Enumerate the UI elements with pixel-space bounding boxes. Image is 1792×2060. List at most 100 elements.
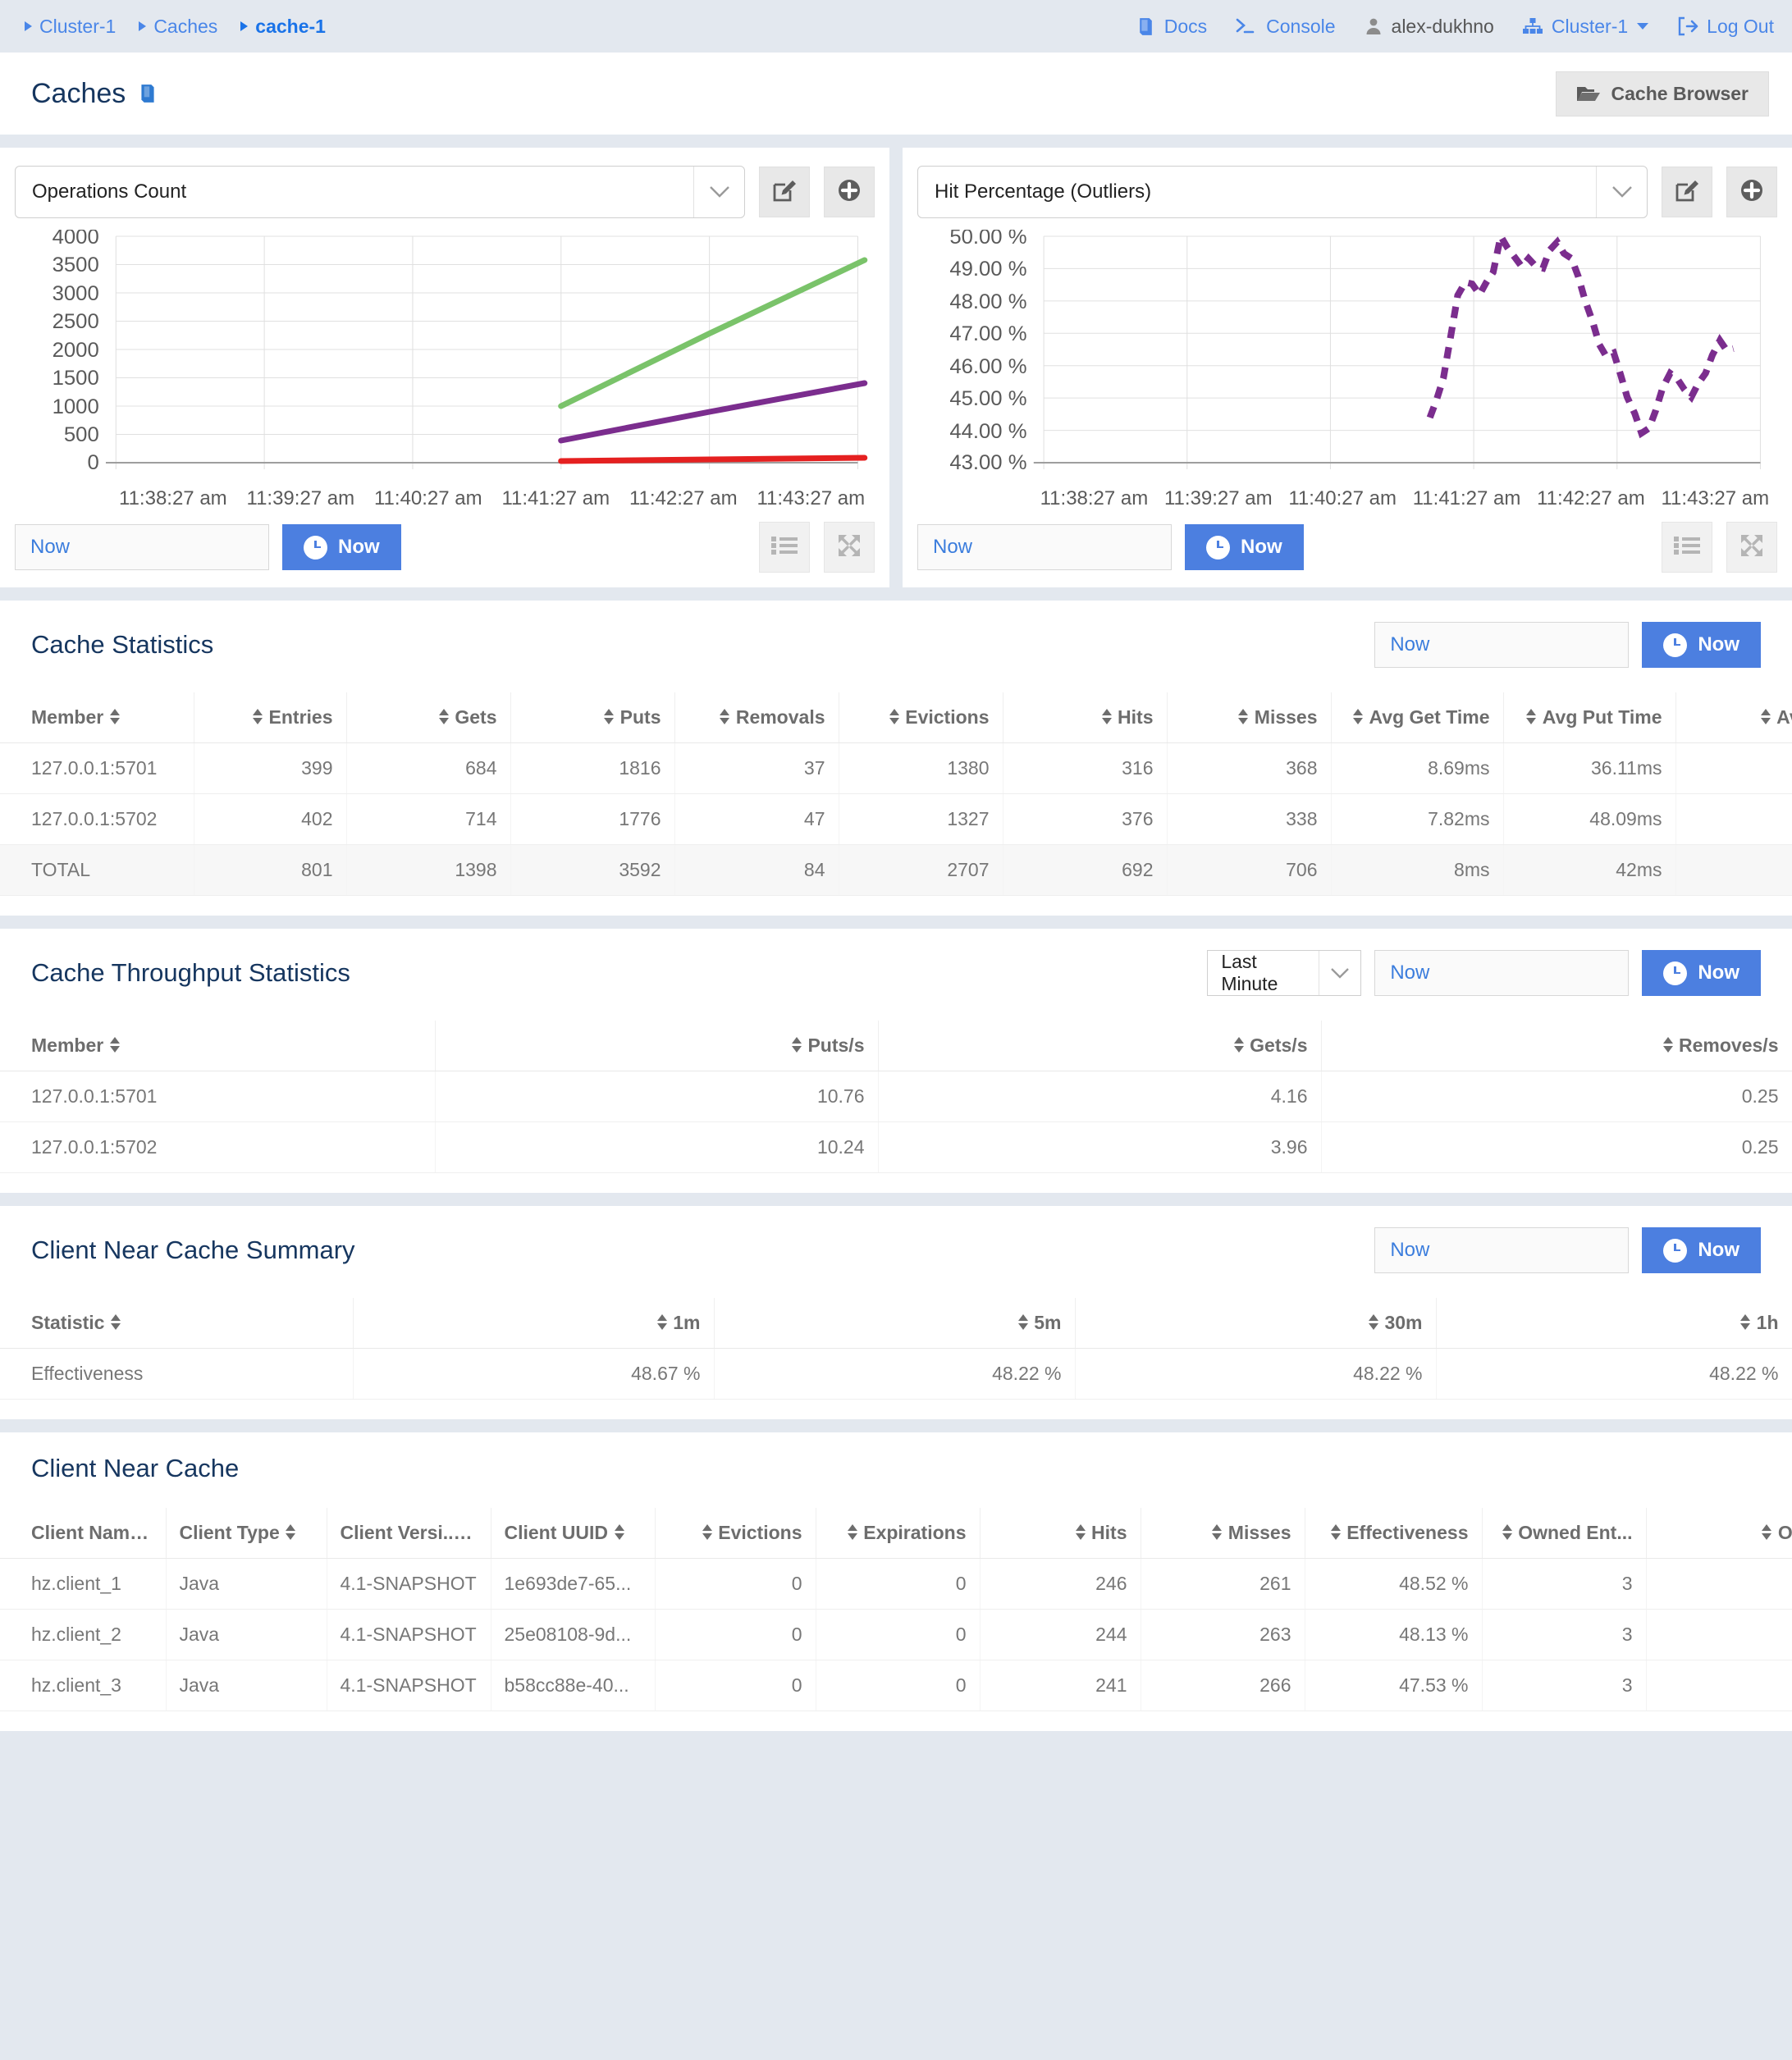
time-input[interactable]: Now bbox=[1374, 1227, 1630, 1273]
range-select[interactable]: Last Minute bbox=[1207, 950, 1362, 996]
col-evictions[interactable]: Evictions bbox=[655, 1508, 816, 1559]
near-cache-summary-table-scroll[interactable]: Statistic 1m 5m 30m 1h Effectiveness 48.… bbox=[0, 1298, 1792, 1400]
cache-browser-label: Cache Browser bbox=[1611, 82, 1749, 104]
list-icon bbox=[1673, 535, 1701, 560]
table-row[interactable]: hz.client_3 Java 4.1-SNAPSHOT b58cc88e-4… bbox=[0, 1660, 1792, 1711]
add-chart-button[interactable] bbox=[1726, 167, 1777, 217]
col-hits[interactable]: Hits bbox=[1003, 692, 1168, 743]
metric-select-operations[interactable]: Operations Count bbox=[15, 166, 745, 218]
nav-docs[interactable]: Docs bbox=[1136, 16, 1207, 38]
col-effectiveness[interactable]: Effectiveness bbox=[1305, 1508, 1483, 1559]
col-gets[interactable]: Gets bbox=[346, 692, 511, 743]
col-client-uuid[interactable]: Client UUID bbox=[491, 1508, 656, 1559]
metric-select-hit-percentage[interactable]: Hit Percentage (Outliers) bbox=[917, 166, 1648, 218]
col-misses[interactable]: Misses bbox=[1167, 692, 1332, 743]
cache-browser-button[interactable]: Cache Browser bbox=[1555, 71, 1769, 116]
now-button[interactable]: Now bbox=[1642, 950, 1761, 996]
cell-avg-put-time: 48.09ms bbox=[1503, 793, 1676, 845]
col-hits[interactable]: Hits bbox=[980, 1508, 1141, 1559]
col-member[interactable]: Member bbox=[0, 1021, 436, 1071]
cell-avg-put-time: 42ms bbox=[1503, 844, 1676, 896]
svg-text:500: 500 bbox=[64, 423, 99, 446]
nav-user[interactable]: alex-dukhno bbox=[1364, 16, 1494, 38]
nav-console[interactable]: Console bbox=[1235, 16, 1336, 38]
time-input[interactable]: Now bbox=[1374, 950, 1630, 996]
chart-legend-button[interactable] bbox=[759, 522, 810, 573]
now-button[interactable]: Now bbox=[1185, 524, 1304, 570]
time-input[interactable]: Now bbox=[1374, 622, 1630, 668]
cell-avg-get-time: 7.82ms bbox=[1331, 793, 1504, 845]
breadcrumb-item-cluster[interactable]: Cluster-1 bbox=[25, 16, 116, 38]
col-label: Misses bbox=[1227, 1522, 1291, 1543]
edit-icon bbox=[771, 177, 798, 208]
nav-logout[interactable]: Log Out bbox=[1677, 16, 1774, 38]
table-row[interactable]: hz.client_1 Java 4.1-SNAPSHOT 1e693de7-6… bbox=[0, 1558, 1792, 1610]
sort-icon bbox=[1017, 1314, 1028, 1330]
chart-expand-button[interactable] bbox=[1726, 522, 1777, 573]
col-client-type[interactable]: Client Type bbox=[166, 1508, 327, 1559]
cell-puts: 3592 bbox=[510, 844, 675, 896]
chevron-down-icon bbox=[693, 167, 744, 217]
col-removes-per-sec[interactable]: Removes/s bbox=[1321, 1021, 1792, 1071]
table-row[interactable]: 127.0.0.1:5701 399 684 1816 37 1380 316 … bbox=[0, 742, 1792, 794]
add-chart-button[interactable] bbox=[824, 167, 875, 217]
operations-count-svg: 4000 3500 3000 2500 2000 1500 1000 500 0 bbox=[53, 230, 868, 474]
col-member[interactable]: Member bbox=[0, 692, 194, 743]
x-tick: 11:38:27 am bbox=[1040, 487, 1149, 509]
sort-icon bbox=[438, 709, 449, 724]
table-row-total: TOTAL 801 1398 3592 84 2707 692 706 8ms … bbox=[0, 844, 1792, 896]
col-owned-entries[interactable]: Owned Ent... bbox=[1482, 1508, 1647, 1559]
now-button[interactable]: Now bbox=[1642, 622, 1761, 668]
breadcrumb-item-caches[interactable]: Caches bbox=[139, 16, 217, 38]
col-entries[interactable]: Entries bbox=[194, 692, 347, 743]
chart-expand-button[interactable] bbox=[824, 522, 875, 573]
cache-statistics-section: Cache Statistics Now Now Member Entries … bbox=[0, 601, 1792, 916]
cache-throughput-table-scroll[interactable]: Member Puts/s Gets/s Removes/s 127.0.0.1… bbox=[0, 1021, 1792, 1173]
table-row[interactable]: 127.0.0.1:5702 10.24 3.96 0.25 bbox=[0, 1121, 1792, 1173]
col-expirations[interactable]: Expirations bbox=[816, 1508, 981, 1559]
col-client-name[interactable]: Client Name bbox=[0, 1508, 167, 1559]
table-row[interactable]: 127.0.0.1:5701 10.76 4.16 0.25 bbox=[0, 1071, 1792, 1122]
nav-cluster-selector[interactable]: Cluster-1 bbox=[1522, 16, 1649, 38]
col-removals[interactable]: Removals bbox=[674, 692, 839, 743]
table-row[interactable]: Effectiveness 48.67 % 48.22 % 48.22 % 48… bbox=[0, 1348, 1792, 1400]
cache-statistics-table-scroll[interactable]: Member Entries Gets Puts Removals Evicti… bbox=[0, 692, 1792, 896]
edit-chart-button[interactable] bbox=[1662, 167, 1712, 217]
col-1m[interactable]: 1m bbox=[353, 1298, 715, 1349]
breadcrumb-item-cache-1[interactable]: cache-1 bbox=[240, 16, 326, 38]
col-puts[interactable]: Puts bbox=[510, 692, 675, 743]
col-label: 5m bbox=[1034, 1312, 1062, 1333]
col-label: Statistic bbox=[31, 1312, 105, 1333]
clock-icon bbox=[1206, 535, 1230, 560]
nav-docs-label: Docs bbox=[1163, 15, 1208, 37]
col-owned-memory[interactable]: Owned bbox=[1646, 1508, 1792, 1559]
col-statistic[interactable]: Statistic bbox=[0, 1298, 354, 1349]
now-button[interactable]: Now bbox=[1642, 1227, 1761, 1273]
edit-chart-button[interactable] bbox=[759, 167, 810, 217]
col-client-version[interactable]: Client Versi... bbox=[327, 1508, 491, 1559]
col-30m[interactable]: 30m bbox=[1075, 1298, 1437, 1349]
col-evictions[interactable]: Evictions bbox=[839, 692, 1003, 743]
time-input[interactable]: Now bbox=[917, 524, 1172, 570]
col-avg-get-time[interactable]: Avg Get Time bbox=[1331, 692, 1504, 743]
table-row[interactable]: hz.client_2 Java 4.1-SNAPSHOT 25e08108-9… bbox=[0, 1609, 1792, 1660]
chart-legend-button[interactable] bbox=[1662, 522, 1712, 573]
col-avg-put-time[interactable]: Avg Put Time bbox=[1503, 692, 1676, 743]
col-gets-per-sec[interactable]: Gets/s bbox=[878, 1021, 1322, 1071]
table-header-row: Member Puts/s Gets/s Removes/s bbox=[0, 1021, 1792, 1071]
col-puts-per-sec[interactable]: Puts/s bbox=[435, 1021, 879, 1071]
col-1h[interactable]: 1h bbox=[1436, 1298, 1792, 1349]
col-5m[interactable]: 5m bbox=[714, 1298, 1076, 1349]
cell-evictions: 2707 bbox=[839, 844, 1003, 896]
table-row[interactable]: 127.0.0.1:5702 402 714 1776 47 1327 376 … bbox=[0, 793, 1792, 845]
col-avg-removal-time[interactable]: Avg Re bbox=[1675, 692, 1792, 743]
col-misses[interactable]: Misses bbox=[1141, 1508, 1305, 1559]
near-cache-table-scroll[interactable]: Client Name Client Type Client Versi... … bbox=[0, 1508, 1792, 1711]
col-label: Effectiveness bbox=[1346, 1522, 1469, 1543]
sort-icon bbox=[720, 709, 730, 724]
sort-icon bbox=[1075, 1524, 1086, 1540]
cell-puts-per-sec: 10.24 bbox=[435, 1121, 879, 1173]
breadcrumb-label: Cluster-1 bbox=[39, 15, 117, 37]
now-button[interactable]: Now bbox=[282, 524, 401, 570]
time-input[interactable]: Now bbox=[15, 524, 269, 570]
